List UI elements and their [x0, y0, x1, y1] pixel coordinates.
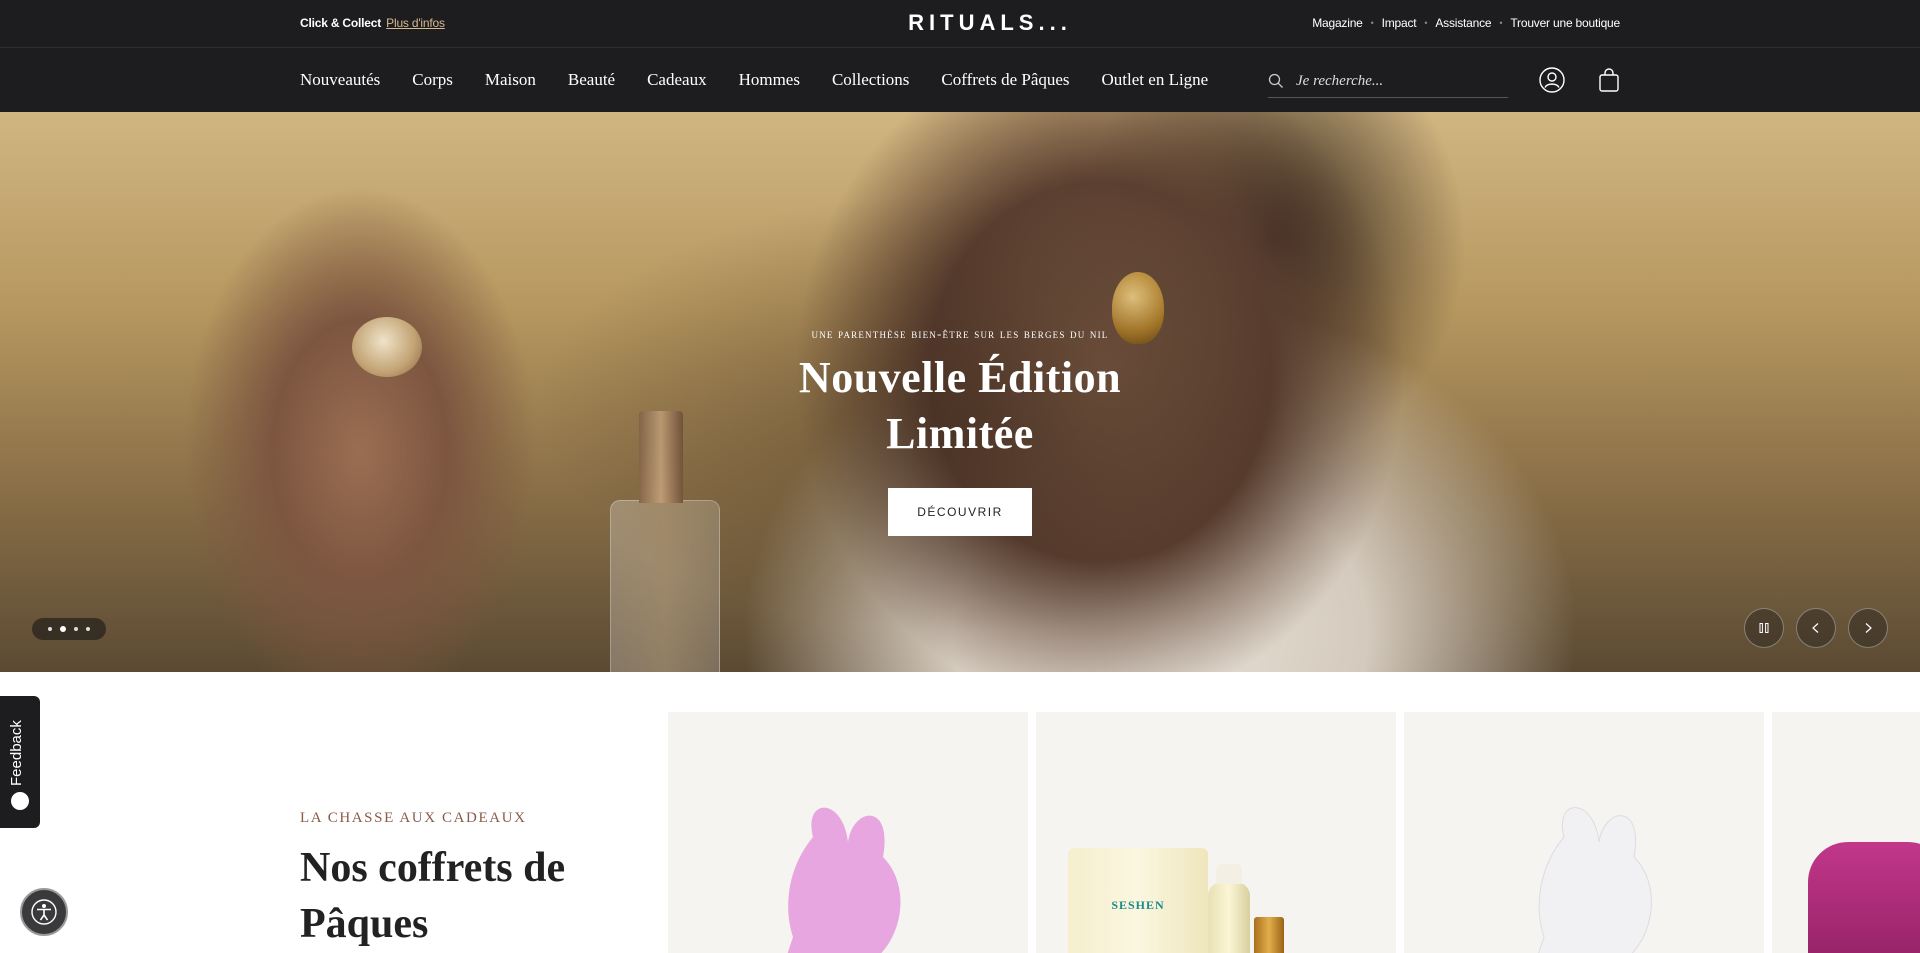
carousel-pagination	[32, 618, 106, 640]
hero-banner: Une parenthèse bien-être sur les berges …	[0, 112, 1920, 672]
chevron-left-icon	[1812, 623, 1819, 633]
pause-icon	[1759, 623, 1769, 633]
accessibility-button[interactable]	[20, 888, 68, 936]
click-collect-notice: Click & Collect Plus d'infos	[300, 16, 445, 30]
hero-title: Nouvelle Édition Limitée	[660, 350, 1260, 462]
separator-dot: •	[1499, 18, 1503, 28]
rituals-logo[interactable]: RITUALS...	[900, 10, 1080, 36]
utility-links: Magazine • Impact • Assistance • Trouver…	[1312, 16, 1620, 30]
shopping-bag-icon[interactable]	[1595, 66, 1623, 94]
carousel-dot-2[interactable]	[60, 626, 66, 632]
click-collect-text: Click & Collect	[300, 16, 382, 30]
nav-item-corps[interactable]: Corps	[412, 70, 453, 90]
chat-bubble-icon	[11, 792, 29, 810]
carousel-dot-3[interactable]	[74, 627, 78, 631]
utility-link-store-locator[interactable]: Trouver une boutique	[1510, 16, 1620, 30]
seshen-box-label: SESHEN	[1111, 898, 1165, 912]
search-bar	[1268, 65, 1508, 98]
seshen-gift-box-image: SESHEN	[1068, 848, 1208, 953]
nav-item-outlet[interactable]: Outlet en Ligne	[1102, 70, 1209, 90]
feedback-label: Feedback	[8, 720, 25, 786]
utility-link-impact[interactable]: Impact	[1382, 16, 1417, 30]
product-card[interactable]: SESHEN	[1036, 712, 1396, 953]
section-eyebrow: LA CHASSE AUX CADEAUX	[300, 810, 527, 826]
more-info-link[interactable]: Plus d'infos	[386, 16, 445, 30]
carousel-next-button[interactable]	[1848, 608, 1888, 648]
nav-item-nouveautes[interactable]: Nouveautés	[300, 70, 380, 90]
utility-link-assistance[interactable]: Assistance	[1435, 16, 1491, 30]
pink-bunny-gift-image	[787, 807, 901, 953]
chevron-right-icon	[1865, 623, 1872, 633]
category-menu: Nouveautés Corps Maison Beauté Cadeaux H…	[300, 70, 1240, 90]
purple-gift-box-image	[1808, 842, 1920, 953]
white-bunny-gift-image	[1538, 807, 1652, 953]
carousel-prev-button[interactable]	[1796, 608, 1836, 648]
hero-eyebrow: Une parenthèse bien-être sur les berges …	[811, 326, 1109, 341]
hero-title-line1: Nouvelle Édition	[798, 353, 1122, 402]
carousel-dot-1[interactable]	[48, 627, 52, 631]
top-utility-bar: Click & Collect Plus d'infos RITUALS... …	[0, 0, 1920, 47]
separator-dot: •	[1424, 18, 1428, 28]
section-title: Nos coffrets de Pâques	[300, 845, 566, 947]
nav-item-beaute[interactable]: Beauté	[568, 70, 615, 90]
nav-item-hommes[interactable]: Hommes	[739, 70, 800, 90]
seshen-spray-image	[1208, 864, 1250, 953]
nav-item-collections[interactable]: Collections	[832, 70, 909, 90]
seshen-perfume-image	[1254, 917, 1284, 953]
nav-item-cadeaux[interactable]: Cadeaux	[647, 70, 706, 90]
nav-item-coffrets-paques[interactable]: Coffrets de Pâques	[941, 70, 1069, 90]
carousel-dot-4[interactable]	[86, 627, 90, 631]
utility-link-magazine[interactable]: Magazine	[1312, 16, 1363, 30]
product-card[interactable]	[1772, 712, 1920, 953]
hero-title-line2: Limitée	[886, 409, 1034, 458]
accessibility-icon	[31, 899, 57, 925]
discover-button[interactable]: DÉCOUVRIR	[888, 488, 1032, 536]
product-card[interactable]	[1404, 712, 1764, 953]
separator-dot: •	[1370, 18, 1374, 28]
main-navigation: Nouveautés Corps Maison Beauté Cadeaux H…	[0, 47, 1920, 112]
search-input[interactable]	[1296, 72, 1496, 90]
nav-item-maison[interactable]: Maison	[485, 70, 536, 90]
carousel-pause-button[interactable]	[1744, 608, 1784, 648]
product-card[interactable]	[668, 712, 1028, 953]
search-icon[interactable]	[1268, 73, 1284, 89]
feedback-tab[interactable]: Feedback	[0, 696, 40, 828]
account-icon[interactable]	[1538, 66, 1566, 94]
